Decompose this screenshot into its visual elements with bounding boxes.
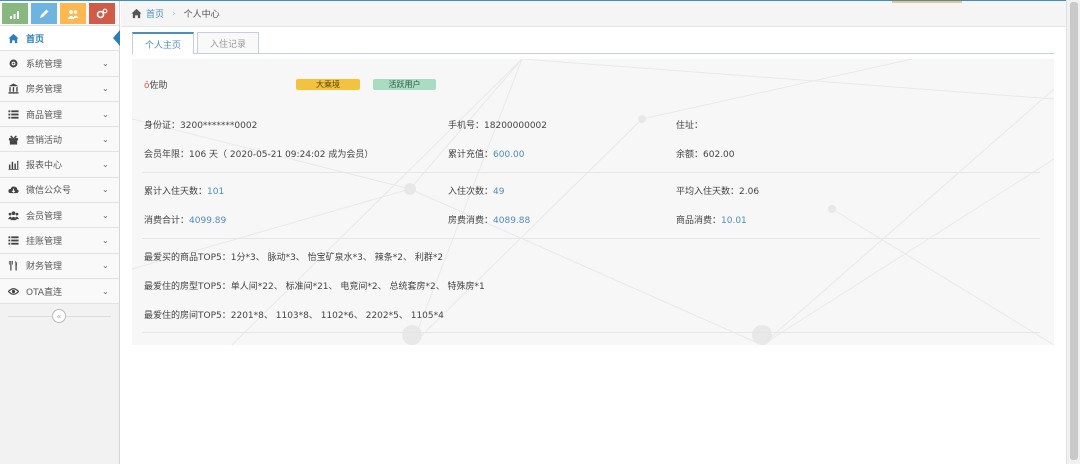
signal-shortcut-button[interactable] xyxy=(2,3,28,24)
sidebar-nav: 首页 系统管理 ⌄ 房务管理 ⌄ 商品管理 ⌄ 营销活动 ⌄ 报表中心 ⌄ 微信公众号 ⌄ 会员管理 ⌄ 挂账… xyxy=(0,26,120,305)
bank-icon xyxy=(7,83,19,95)
chevron-down-icon: ⌄ xyxy=(102,160,109,170)
section-divider xyxy=(142,332,1040,333)
status-badge: 活跃用户 xyxy=(373,79,436,90)
sidebar-item-label: 首页 xyxy=(26,34,45,45)
chevron-down-icon: ⌄ xyxy=(102,109,109,119)
list-icon xyxy=(7,235,19,247)
bar-chart-icon xyxy=(7,159,19,171)
shortcut-bar xyxy=(0,1,119,26)
sidebar-item-6[interactable]: 微信公众号 ⌄ xyxy=(0,177,119,204)
sidebar-item-3[interactable]: 商品管理 ⌄ xyxy=(0,101,119,128)
room-spend-field: 房费消费：4089.88 xyxy=(448,216,531,226)
double-chevron-left-icon: « xyxy=(56,311,62,321)
scrollbar-thumb[interactable] xyxy=(1070,2,1078,460)
chevron-down-icon: ⌄ xyxy=(102,185,109,195)
profile-panel: ô佐助 大乘境 活跃用户 身份证：3200*******0002 手机号：182… xyxy=(132,59,1054,345)
sidebar-item-2[interactable]: 房务管理 ⌄ xyxy=(0,76,119,102)
cloud-icon xyxy=(7,184,19,196)
chevron-down-icon: ⌄ xyxy=(102,58,109,68)
sidebar-collapse-button[interactable]: « xyxy=(52,309,66,324)
home-icon xyxy=(7,32,19,44)
sidebar-item-label: 微信公众号 xyxy=(26,186,72,197)
sidebar-item-label: 挂账管理 xyxy=(26,237,63,248)
sidebar: 首页 系统管理 ⌄ 房务管理 ⌄ 商品管理 ⌄ 营销活动 ⌄ 报表中心 ⌄ 微信公众号 ⌄ 会员管理 ⌄ 挂账… xyxy=(0,1,120,464)
eye-icon xyxy=(7,285,19,297)
chevron-down-icon: ⌄ xyxy=(102,84,109,94)
chevron-down-icon: ⌄ xyxy=(102,210,109,220)
signal-icon xyxy=(10,10,19,19)
cutlery-icon xyxy=(7,260,19,272)
sidebar-item-label: 财务管理 xyxy=(26,262,63,273)
gear-icon xyxy=(7,57,19,69)
sidebar-item-label: 房务管理 xyxy=(26,85,63,96)
chevron-down-icon: ⌄ xyxy=(102,134,109,144)
top-goods-field: 最爱买的商品TOP5：1分*3、 脉动*3、 怡宝矿泉水*3、 辣条*2、 利群… xyxy=(144,253,444,263)
breadcrumb-home-link[interactable]: 首页 xyxy=(146,7,164,20)
sidebar-item-4[interactable]: 营销活动 ⌄ xyxy=(0,127,119,153)
sidebar-item-8[interactable]: 挂账管理 ⌄ xyxy=(0,228,119,254)
chevron-down-icon: ⌄ xyxy=(102,286,109,296)
group-icon xyxy=(7,209,19,221)
section-divider xyxy=(142,172,1040,173)
tab-profile-home[interactable]: 个人主页 xyxy=(132,32,195,54)
sidebar-item-7[interactable]: 会员管理 ⌄ xyxy=(0,203,119,229)
profile-tabs: 个人主页 入住记录 xyxy=(132,32,1054,54)
tab-stay-records[interactable]: 入住记录 xyxy=(197,32,260,53)
sidebar-item-label: 会员管理 xyxy=(26,211,63,222)
avg-stay-days-field: 平均入住天数：2.06 xyxy=(676,187,760,197)
phone-field: 手机号：18200000002 xyxy=(448,121,548,131)
balance-field: 余额：602.00 xyxy=(676,150,735,160)
stay-count-field: 入住次数：49 xyxy=(448,187,505,197)
cogs-shortcut-button[interactable] xyxy=(89,3,115,24)
stay-days-field: 累计入住天数：101 xyxy=(144,187,225,197)
sidebar-item-5[interactable]: 报表中心 ⌄ xyxy=(0,152,119,178)
sidebar-item-label: 报表中心 xyxy=(26,161,63,172)
goods-spend-field: 商品消费：10.01 xyxy=(676,216,747,226)
sidebar-item-1[interactable]: 系统管理 ⌄ xyxy=(0,51,119,77)
member-name: ô佐助 xyxy=(144,81,168,91)
sidebar-item-9[interactable]: 财务管理 ⌄ xyxy=(0,253,119,279)
spend-total-field: 消费合计：4099.89 xyxy=(144,216,227,226)
home-icon xyxy=(131,8,142,19)
address-field: 住址： xyxy=(676,121,704,131)
chevron-down-icon: ⌄ xyxy=(102,236,109,246)
header-orange-strip xyxy=(892,1,962,3)
sidebar-item-label: OTA直连 xyxy=(26,287,63,298)
sidebar-item-0[interactable]: 首页 xyxy=(0,26,120,52)
breadcrumb-current: 个人中心 xyxy=(183,10,220,20)
pencil-icon xyxy=(40,9,49,18)
pencil-shortcut-button[interactable] xyxy=(31,3,57,24)
breadcrumb-separator: › xyxy=(172,8,176,19)
list-icon xyxy=(7,108,19,120)
top-room-field: 最爱住的房间TOP5：2201*8、 1103*8、 1102*6、 2202*… xyxy=(144,311,444,321)
breadcrumb: 首页 › 个人中心 xyxy=(121,1,1066,27)
sidebar-item-10[interactable]: OTA直连 ⌄ xyxy=(0,278,119,305)
id-card-field: 身份证：3200*******0002 xyxy=(144,121,258,131)
users-icon xyxy=(67,9,79,19)
cogs-icon xyxy=(96,8,108,18)
sidebar-item-label: 营销活动 xyxy=(26,135,63,146)
users-shortcut-button[interactable] xyxy=(60,3,86,24)
gift-icon xyxy=(7,133,19,145)
recharge-field: 累计充值：600.00 xyxy=(448,150,525,160)
sidebar-item-label: 系统管理 xyxy=(26,59,63,70)
top-roomtype-field: 最爱住的房型TOP5：单人间*22、 标准间*21、 电竞间*2、 总统套房*2… xyxy=(144,282,485,292)
chevron-down-icon: ⌄ xyxy=(102,261,109,271)
sidebar-collapse: « xyxy=(0,304,119,328)
member-years-field: 会员年限：106 天（ 2020-05-21 09:24:02 成为会员） xyxy=(144,150,374,160)
level-badge: 大乘境 xyxy=(296,79,360,90)
sidebar-item-label: 商品管理 xyxy=(26,110,63,121)
section-divider xyxy=(142,238,1040,239)
page-scrollbar[interactable] xyxy=(1066,0,1080,464)
background-network-pattern xyxy=(132,59,1054,345)
